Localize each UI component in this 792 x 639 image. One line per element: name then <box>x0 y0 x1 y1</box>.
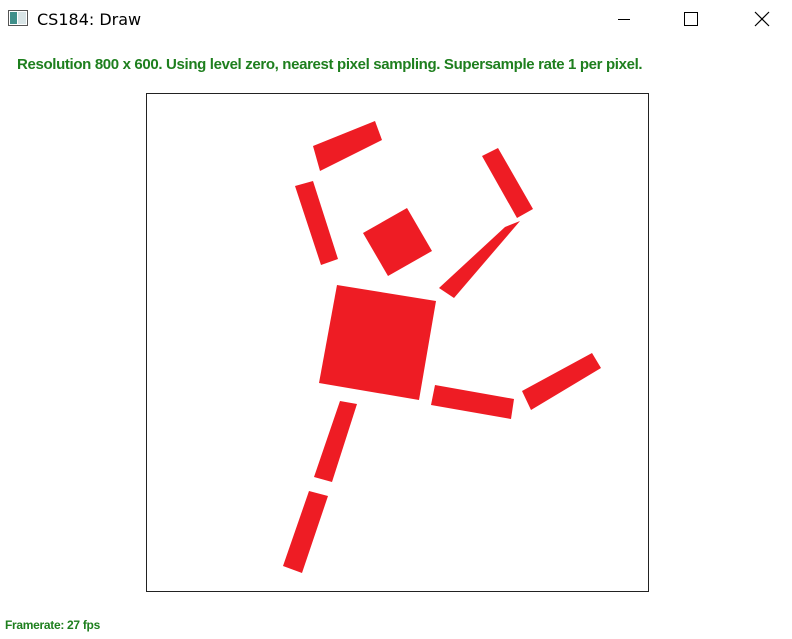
right-shin <box>522 353 601 410</box>
torso <box>319 285 436 400</box>
close-button[interactable] <box>740 0 784 40</box>
window-title: CS184: Draw <box>37 10 142 29</box>
head <box>363 208 432 276</box>
app-window: CS184: Draw Resolution 800 x 600. Using … <box>0 0 792 639</box>
right-thigh <box>431 385 514 419</box>
maximize-button[interactable] <box>668 0 712 40</box>
maximize-icon <box>668 12 712 44</box>
left-forearm <box>313 121 382 171</box>
status-message: Resolution 800 x 600. Using level zero, … <box>17 56 643 73</box>
app-window-icon <box>8 10 28 26</box>
close-icon <box>740 11 784 44</box>
left-shin <box>283 491 328 573</box>
left-thigh <box>314 401 357 482</box>
minimize-button[interactable] <box>602 0 646 40</box>
framerate-label: Framerate: 27 fps <box>5 618 100 632</box>
drawing-canvas[interactable] <box>146 93 649 592</box>
stick-figure-drawing <box>283 121 601 573</box>
right-forearm <box>482 148 533 218</box>
left-upper-arm <box>295 181 338 265</box>
title-bar[interactable]: CS184: Draw <box>0 0 792 40</box>
minimize-icon <box>602 19 646 44</box>
right-upper-arm <box>439 221 520 298</box>
